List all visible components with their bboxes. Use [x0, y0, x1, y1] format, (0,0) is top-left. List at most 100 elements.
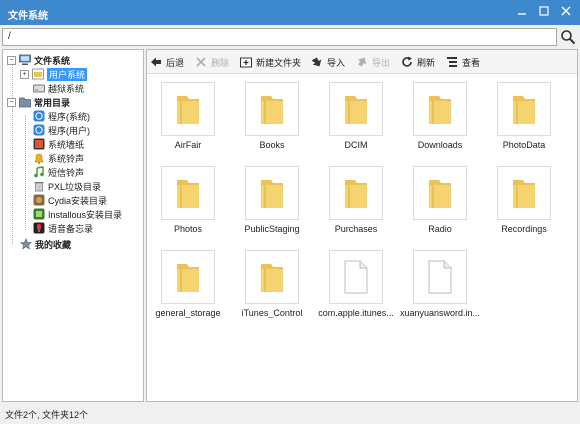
- music-note-icon: [33, 166, 45, 178]
- app-store-icon: [33, 124, 45, 136]
- tree-item-label: 系统铃声: [48, 153, 85, 164]
- tree-item-label: 程序(用户): [48, 125, 90, 136]
- tree-connector: [25, 115, 26, 230]
- tree-item-label: Installous安装目录: [48, 209, 123, 220]
- folder-icon: [497, 82, 551, 136]
- computer-icon: [19, 54, 31, 66]
- folder-item[interactable]: PhotoData: [483, 79, 563, 159]
- item-name: Downloads: [417, 140, 463, 150]
- tree-item-label: 短信铃声: [48, 167, 85, 178]
- tree-item-cydia[interactable]: Cydia安装目录: [33, 193, 107, 207]
- drive-icon: [33, 82, 45, 94]
- item-name: DCIM: [344, 140, 368, 150]
- minimize-icon[interactable]: [514, 3, 530, 19]
- folder-item[interactable]: Purchases: [315, 163, 395, 243]
- view-icon: [446, 56, 458, 68]
- item-name: Photos: [173, 224, 203, 234]
- tree-item-ringtone[interactable]: 系统铃声: [33, 151, 84, 165]
- star-icon: [19, 238, 33, 250]
- file-item[interactable]: xuanyuansword.in...: [399, 247, 480, 327]
- tree-item-sms-tone[interactable]: 短信铃声: [33, 165, 84, 179]
- view-label: 查看: [462, 57, 481, 68]
- tree-item-wallpaper[interactable]: 系统墙纸: [33, 137, 84, 151]
- folder-item[interactable]: Radio: [399, 163, 479, 243]
- tree-item-common-dirs[interactable]: − 常用目录: [7, 95, 70, 109]
- trash-icon: [33, 180, 45, 192]
- folder-item[interactable]: Downloads: [399, 79, 479, 159]
- view-button[interactable]: 查看: [446, 55, 480, 69]
- item-name: PhotoData: [502, 140, 546, 150]
- tree-item-label: 我的收藏: [35, 239, 72, 250]
- folder-icon: [161, 166, 215, 220]
- bell-icon: [33, 152, 45, 164]
- folder-item[interactable]: Photos: [147, 163, 227, 243]
- tree-item-user-system[interactable]: + 用户系统: [20, 67, 88, 81]
- tree-item-filesystem[interactable]: − 文件系统: [7, 53, 70, 67]
- path-input[interactable]: /: [2, 28, 557, 46]
- collapse-toggle[interactable]: −: [7, 55, 16, 65]
- file-icon: [413, 250, 467, 304]
- folder-icon: [245, 82, 299, 136]
- close-icon[interactable]: [558, 3, 574, 19]
- tree-item-voice-memo[interactable]: 语音备忘录: [33, 221, 93, 235]
- tree-item-label: 程序(系统): [48, 111, 90, 122]
- app-store-icon: [33, 110, 45, 122]
- folder-item[interactable]: Books: [231, 79, 311, 159]
- folder-icon: [245, 166, 299, 220]
- import-icon: [311, 56, 323, 68]
- refresh-button[interactable]: 刷新: [401, 55, 435, 69]
- tree-item-installous[interactable]: Installous安装目录: [33, 207, 122, 221]
- status-bar: 文件2个, 文件夹12个: [0, 402, 580, 424]
- refresh-icon: [401, 56, 413, 68]
- new-folder-button[interactable]: 新建文件夹: [240, 55, 301, 69]
- file-item[interactable]: com.apple.itunes...: [315, 247, 395, 327]
- refresh-label: 刷新: [417, 57, 436, 68]
- delete-label: 删除: [211, 57, 230, 68]
- folder-icon: [329, 82, 383, 136]
- arrow-left-icon: [150, 56, 162, 68]
- window-controls: [508, 3, 574, 19]
- collapse-toggle[interactable]: −: [7, 97, 16, 107]
- tree-item-jail-system[interactable]: 越狱系统: [33, 81, 84, 95]
- item-name: com.apple.itunes...: [318, 308, 394, 318]
- folder-icon: [245, 250, 299, 304]
- tree-item-apps-system[interactable]: 程序(系统): [33, 109, 90, 123]
- title-bar: 文件系统: [0, 0, 580, 25]
- folder-item[interactable]: general_storage: [147, 247, 227, 327]
- export-button[interactable]: 导出: [356, 55, 390, 69]
- delete-button[interactable]: 删除: [195, 55, 229, 69]
- installous-icon: [33, 208, 45, 220]
- folder-icon: [161, 250, 215, 304]
- tree-item-apps-user[interactable]: 程序(用户): [33, 123, 90, 137]
- toolbar: 后退 删除 新建文件夹 导入 导出 刷新 查看: [147, 50, 577, 74]
- folder-item[interactable]: PublicStaging: [231, 163, 311, 243]
- folder-item[interactable]: Recordings: [483, 163, 563, 243]
- tree-item-label: 用户系统: [47, 67, 88, 81]
- tree-item-favorites[interactable]: 我的收藏: [19, 237, 72, 251]
- new-folder-label: 新建文件夹: [256, 57, 302, 68]
- maximize-icon[interactable]: [536, 3, 552, 19]
- folder-item[interactable]: AirFair: [147, 79, 227, 159]
- folder-item[interactable]: DCIM: [315, 79, 395, 159]
- status-text: 文件2个, 文件夹12个: [5, 410, 89, 420]
- folder-item[interactable]: iTunes_Control: [231, 247, 311, 327]
- wallpaper-icon: [33, 138, 45, 150]
- expand-toggle[interactable]: +: [20, 69, 29, 79]
- file-icon: [329, 250, 383, 304]
- folder-icon: [413, 82, 467, 136]
- tree-item-pxl[interactable]: PXL垃圾目录: [33, 179, 101, 193]
- tree-item-label: Cydia安装目录: [48, 195, 108, 206]
- back-button[interactable]: 后退: [150, 55, 184, 69]
- search-icon[interactable]: [560, 29, 576, 45]
- tree-item-label: 文件系统: [34, 55, 71, 66]
- export-label: 导出: [372, 57, 391, 68]
- tree-item-label: PXL垃圾目录: [48, 181, 102, 192]
- cydia-icon: [33, 194, 45, 206]
- import-label: 导入: [327, 57, 346, 68]
- item-name: PublicStaging: [244, 224, 300, 234]
- import-button[interactable]: 导入: [311, 55, 345, 69]
- file-grid: AirFair Books DCIM Downloads PhotoData Photos…: [147, 74, 577, 401]
- item-name: Books: [259, 140, 285, 150]
- item-name: Purchases: [334, 224, 378, 234]
- tree-connector: [12, 60, 13, 244]
